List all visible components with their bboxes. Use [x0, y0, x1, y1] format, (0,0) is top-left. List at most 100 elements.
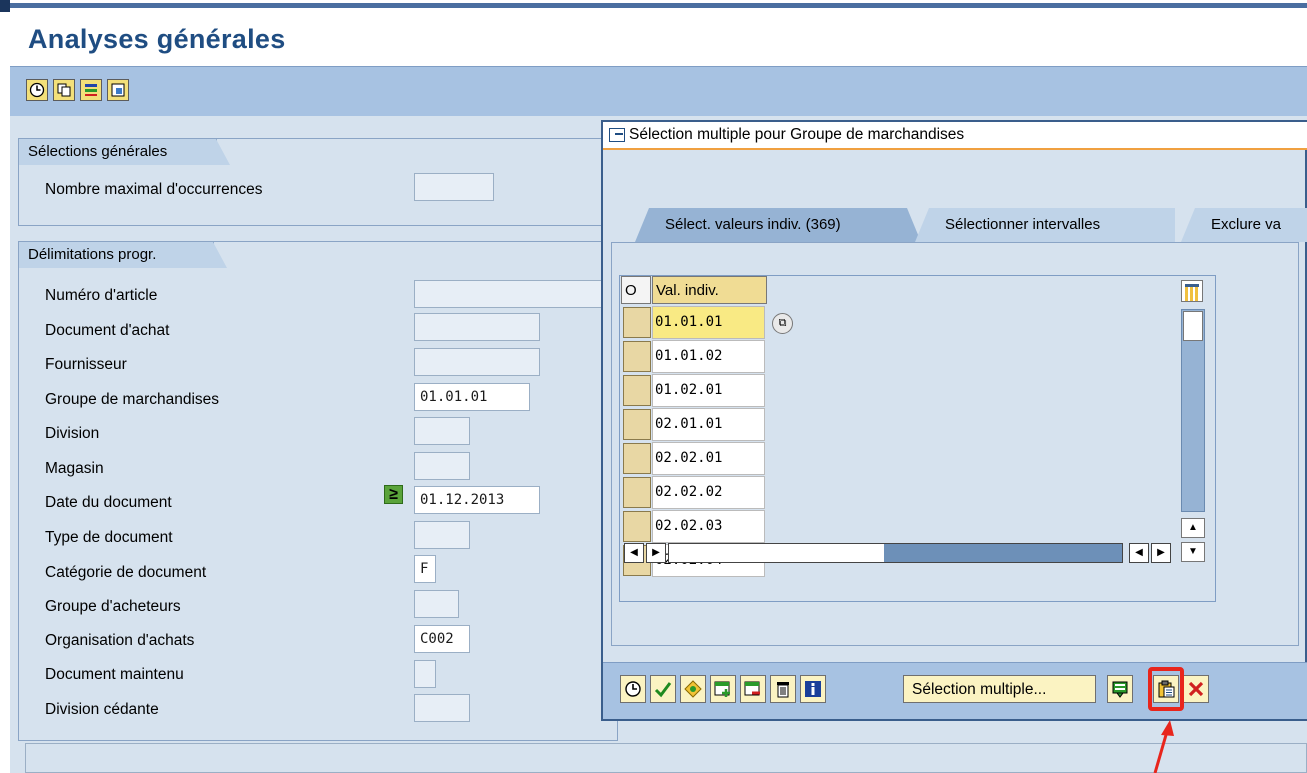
check-icon[interactable]: [650, 675, 676, 703]
multiple-selection-button[interactable]: Sélection multiple...: [903, 675, 1096, 703]
single-value-cell[interactable]: 02.02.02: [652, 476, 765, 509]
scroll-up-icon[interactable]: ▲: [1181, 518, 1205, 538]
field-label: Fournisseur: [45, 356, 127, 373]
field-label: Nombre maximal d'occurrences: [45, 181, 263, 198]
dialog-toolbar: Sélection multiple...: [603, 662, 1307, 719]
field-label: Type de document: [45, 529, 173, 546]
tab-single-values[interactable]: Sélect. valeurs indiv. (369): [635, 208, 921, 242]
table-row: 01.01.01 ⧉: [620, 305, 793, 339]
material-group-input[interactable]: 01.01.01: [414, 383, 530, 411]
status-bar: [25, 743, 1307, 773]
field-label: Catégorie de document: [45, 564, 207, 581]
field-label: Document maintenu: [45, 666, 184, 683]
field-label: Numéro d'article: [45, 287, 158, 304]
storage-location-input[interactable]: [414, 452, 470, 480]
program-delimitations-group: Délimitations progr. Numéro d'article Do…: [18, 241, 618, 741]
value-help-icon[interactable]: ⧉: [772, 313, 793, 334]
table-row: 01.02.01: [620, 373, 780, 407]
page-title: Analyses générales: [28, 24, 286, 54]
row-selector[interactable]: [623, 375, 651, 406]
table-row: 02.02.01: [620, 441, 780, 475]
field-label: Document d'achat: [45, 322, 170, 339]
scrollbar-thumb[interactable]: [669, 544, 884, 562]
single-value-cell[interactable]: 02.02.03: [652, 510, 765, 543]
table-row: 02.02.03: [620, 509, 780, 543]
row-selector[interactable]: [623, 341, 651, 372]
document-maintained-input[interactable]: [414, 660, 436, 688]
tab-exclude-values[interactable]: Exclure va: [1181, 208, 1307, 242]
table-row: 02.01.01: [620, 407, 780, 441]
purchasing-document-input[interactable]: [414, 313, 540, 341]
execute-icon[interactable]: [26, 79, 48, 101]
scroll-left-icon[interactable]: ◀: [624, 543, 644, 563]
purchasing-group-input[interactable]: [414, 590, 459, 618]
tab-content-panel: O Val. indiv. 01.01.01 ⧉ 01.01.02 01.02.…: [611, 242, 1299, 646]
field-label: Division cédante: [45, 701, 159, 718]
group-title: Délimitations progr.: [19, 242, 227, 268]
field-label: Groupe de marchandises: [45, 391, 220, 408]
row-selector[interactable]: [623, 443, 651, 474]
column-config-icon[interactable]: [1181, 280, 1203, 302]
dialog-title-bar: Sélection multiple pour Groupe de marcha…: [603, 122, 1307, 150]
application-toolbar: [10, 66, 1307, 116]
row-selector[interactable]: [623, 409, 651, 440]
single-value-cell[interactable]: 01.02.01: [652, 374, 765, 407]
dialog-tabs: Sélect. valeurs indiv. (369) Sélectionne…: [603, 208, 1307, 242]
insert-row-icon[interactable]: [710, 675, 736, 703]
greater-equal-option-button[interactable]: ≥: [384, 485, 403, 504]
tab-ranges[interactable]: Sélectionner intervalles: [915, 208, 1175, 242]
window-top-bar: [0, 0, 1307, 12]
single-value-cell[interactable]: 02.02.01: [652, 442, 765, 475]
scroll-down-icon[interactable]: ▼: [1181, 542, 1205, 562]
delete-row-icon[interactable]: [740, 675, 766, 703]
execute-icon[interactable]: [620, 675, 646, 703]
group-title: Sélections générales: [19, 139, 230, 165]
single-value-cell[interactable]: 01.01.02: [652, 340, 765, 373]
horizontal-scrollbar: ◀ ▶ ◀ ▶: [624, 543, 1184, 563]
detail-icon[interactable]: [107, 79, 129, 101]
table-row: 02.02.02: [620, 475, 780, 509]
document-type-input[interactable]: [414, 521, 470, 549]
general-selections-group: Sélections générales Nombre maximal d'oc…: [18, 138, 618, 226]
column-header-single-value[interactable]: Val. indiv.: [652, 276, 767, 304]
vertical-scrollbar[interactable]: [1181, 309, 1205, 512]
single-value-cell[interactable]: 02.01.01: [652, 408, 765, 441]
trash-icon[interactable]: [770, 675, 796, 703]
variant-icon[interactable]: [680, 675, 706, 703]
import-text-icon[interactable]: [1107, 675, 1133, 703]
field-label: Division: [45, 425, 100, 442]
multiple-selection-dialog: Sélection multiple pour Groupe de marcha…: [601, 120, 1307, 721]
field-label: Groupe d'acheteurs: [45, 598, 181, 615]
vendor-input[interactable]: [414, 348, 540, 376]
max-occurrences-input[interactable]: [414, 173, 494, 201]
info-icon[interactable]: [800, 675, 826, 703]
plant-input[interactable]: [414, 417, 470, 445]
row-selector[interactable]: [623, 307, 651, 338]
scrollbar-thumb[interactable]: [1183, 311, 1203, 341]
highlight-box: [1148, 667, 1184, 711]
cancel-icon[interactable]: [1183, 675, 1209, 703]
supplying-plant-input[interactable]: [414, 694, 470, 722]
single-value-cell[interactable]: 01.01.01: [652, 306, 765, 339]
window-edge: [0, 0, 10, 12]
scroll-right-icon[interactable]: ▶: [1151, 543, 1171, 563]
document-date-input[interactable]: 01.12.2013: [414, 486, 540, 514]
purchasing-org-input[interactable]: C002: [414, 625, 470, 653]
window-border: [10, 3, 1307, 8]
structure-icon[interactable]: [80, 79, 102, 101]
scroll-left-icon[interactable]: ◀: [1129, 543, 1149, 563]
dialog-icon: [609, 128, 625, 142]
row-selector[interactable]: [623, 477, 651, 508]
row-selector[interactable]: [623, 511, 651, 542]
column-header-option[interactable]: O: [621, 276, 651, 304]
field-label: Date du document: [45, 494, 172, 511]
document-category-input[interactable]: F: [414, 555, 436, 583]
scroll-right-icon[interactable]: ▶: [646, 543, 666, 563]
scroll-track[interactable]: [668, 543, 1123, 563]
copy-icon[interactable]: [53, 79, 75, 101]
article-number-input[interactable]: [414, 280, 614, 308]
dialog-title: Sélection multiple pour Groupe de marcha…: [629, 126, 965, 143]
field-label: Magasin: [45, 460, 104, 477]
field-label: Organisation d'achats: [45, 632, 195, 649]
table-row: 01.01.02: [620, 339, 780, 373]
